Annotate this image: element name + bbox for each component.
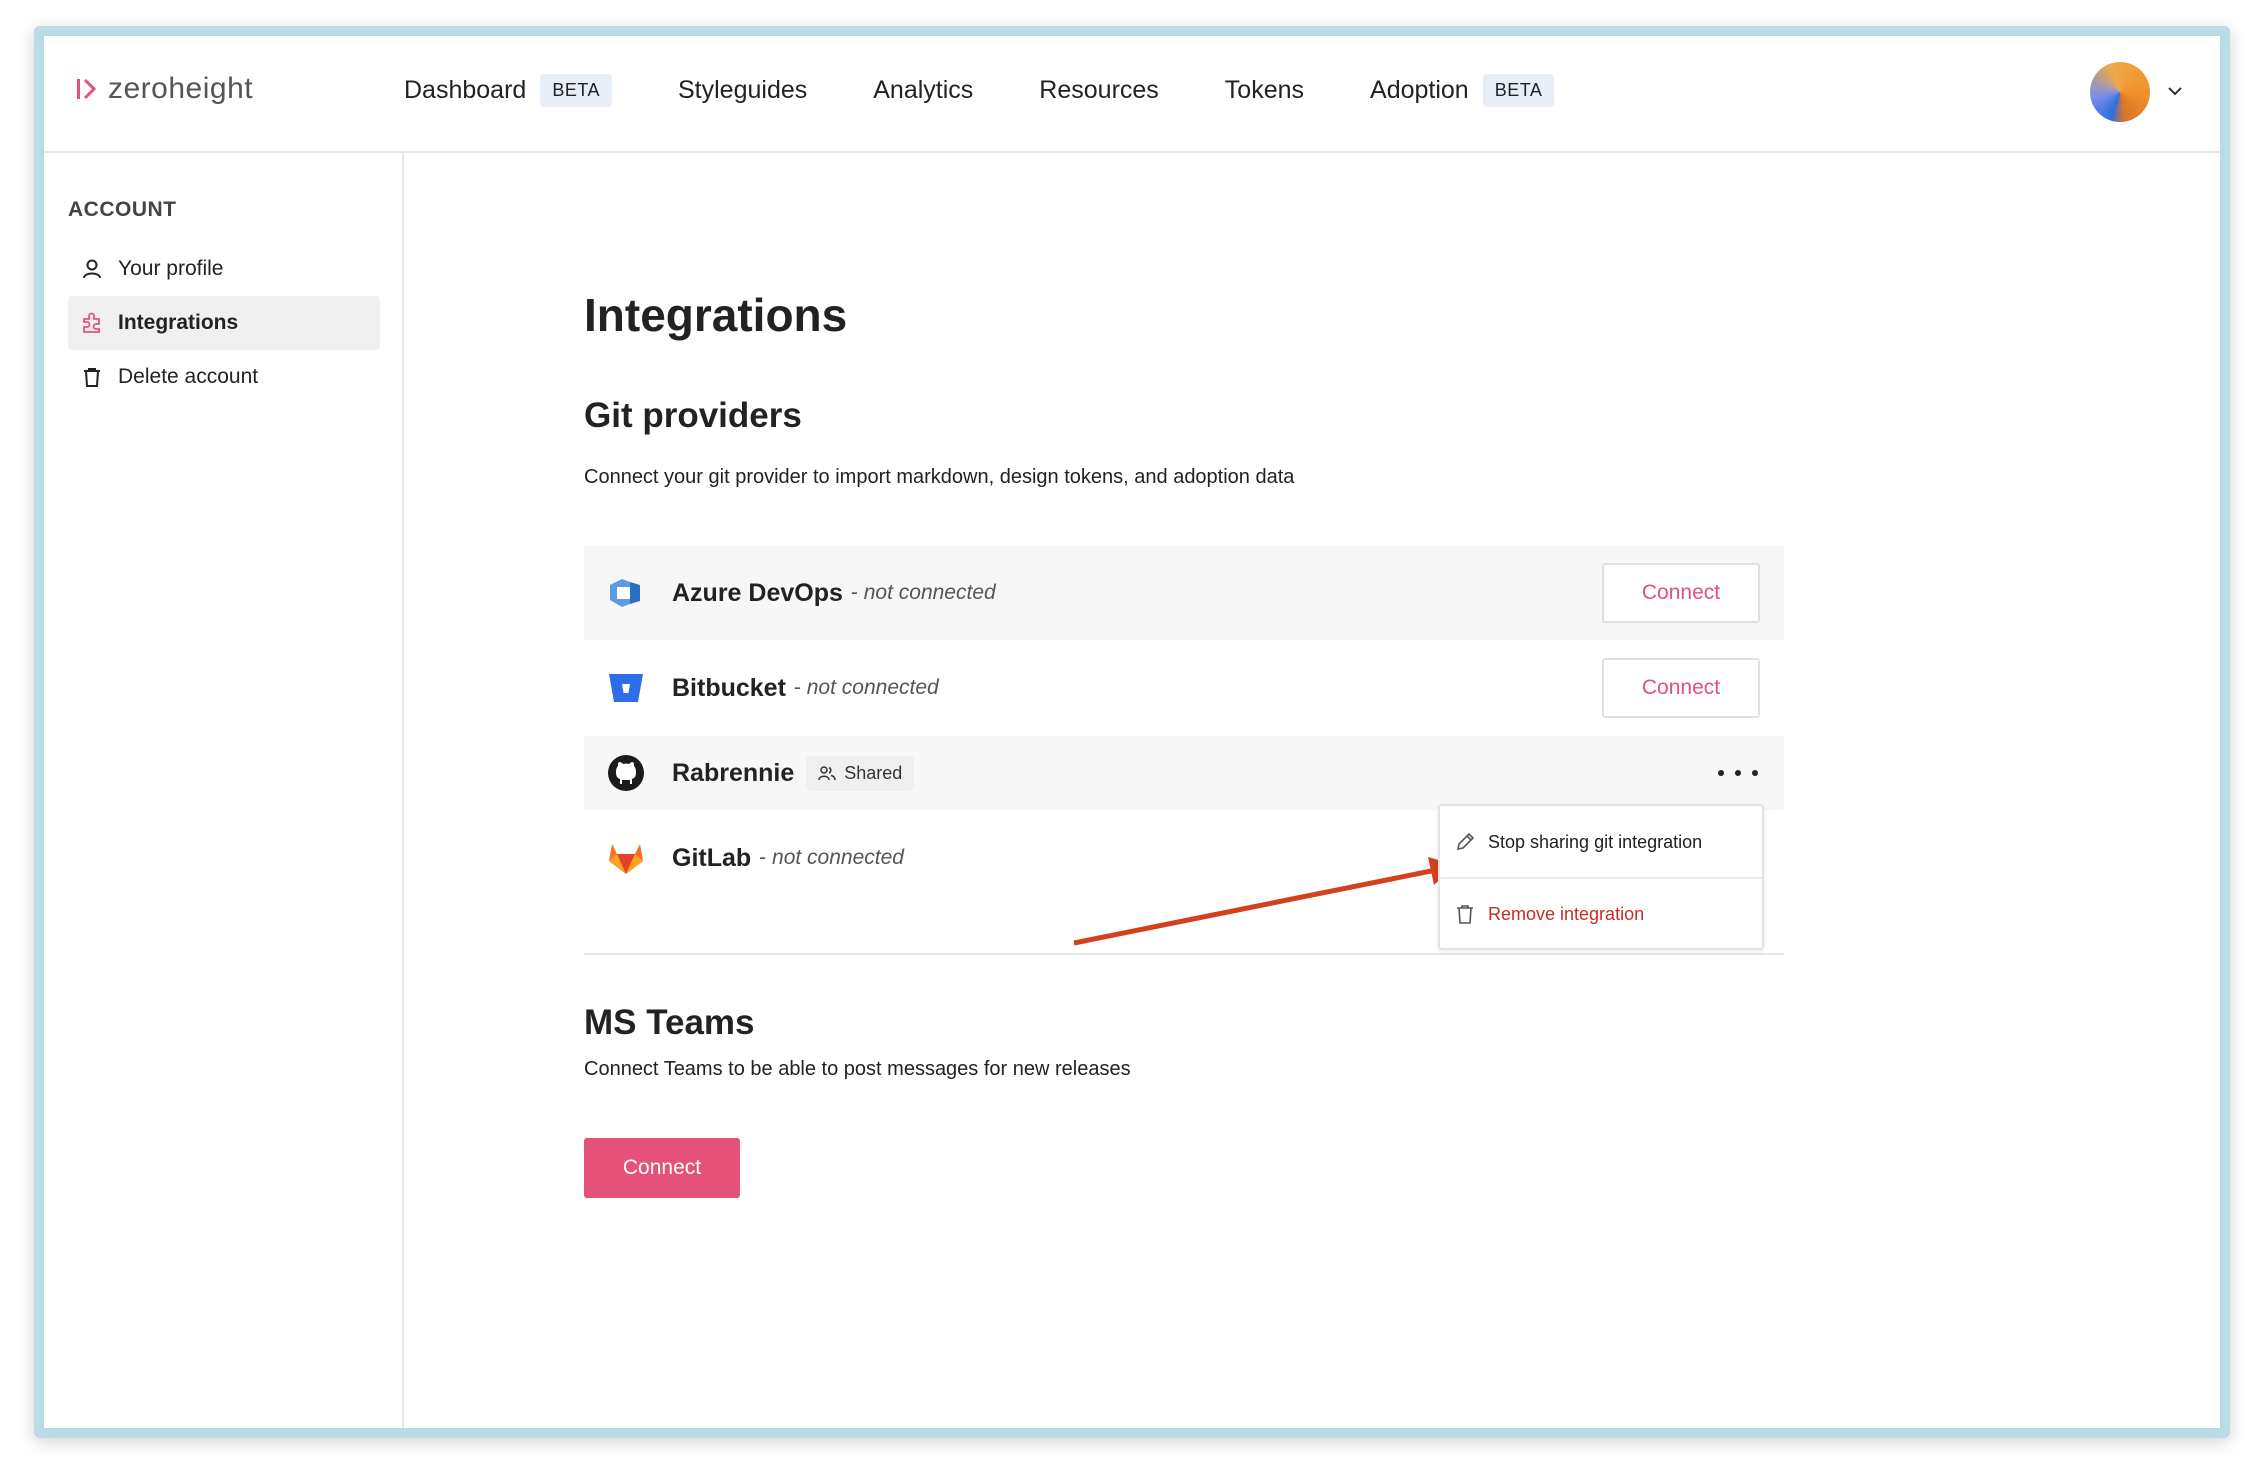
azure-devops-icon (606, 573, 646, 613)
provider-name: Bitbucket (672, 673, 786, 702)
sidebar-item-label: Delete account (118, 365, 259, 388)
sidebar-item-label: Integrations (118, 311, 239, 334)
app: zeroheight Dashboard BETA Styleguides An… (44, 36, 2220, 1428)
user-icon (80, 257, 104, 281)
azure-connect-button[interactable]: Connect (1602, 563, 1760, 623)
more-options-button[interactable] (1718, 758, 1758, 788)
github-icon (606, 753, 646, 793)
nav-adoption-label: Adoption (1370, 75, 1469, 104)
nav-resources[interactable]: Resources (1039, 70, 1159, 110)
git-providers-description: Connect your git provider to import mark… (584, 466, 1295, 488)
provider-status: - not connected (759, 846, 904, 870)
sidebar-item-integrations[interactable]: Integrations (68, 296, 380, 350)
provider-status: - not connected (851, 581, 996, 605)
menu-item-stop-sharing[interactable]: Stop sharing git integration (1440, 806, 1762, 878)
beta-badge: BETA (1482, 73, 1555, 107)
brand-name: zeroheight (108, 72, 254, 105)
nav-styleguides[interactable]: Styleguides (678, 70, 807, 110)
top-nav: zeroheight Dashboard BETA Styleguides An… (44, 36, 2220, 153)
provider-status-text: not connected (863, 581, 996, 604)
users-icon (818, 766, 837, 781)
provider-name: GitLab (672, 843, 752, 872)
more-dot (1735, 770, 1741, 776)
section-divider (584, 953, 1784, 955)
status-separator: - (850, 581, 858, 604)
annotation-arrow-icon (1073, 857, 1456, 946)
trash-icon (1457, 905, 1473, 924)
user-avatar[interactable] (2090, 62, 2150, 122)
shared-badge: Shared (806, 755, 915, 791)
shared-badge-label: Shared (844, 762, 903, 783)
more-dot (1752, 770, 1758, 776)
nav-tokens-label: Tokens (1224, 75, 1305, 104)
main-content: Integrations Git providers Connect your … (404, 153, 2220, 1428)
nav-tokens[interactable]: Tokens (1225, 70, 1304, 110)
nav-styleguides-label: Styleguides (678, 75, 808, 104)
sidebar: ACCOUNT Your profile Integrations Delete… (44, 153, 404, 1428)
sidebar-item-your-profile[interactable]: Your profile (68, 242, 380, 296)
ms-teams-connect-button[interactable]: Connect (584, 1138, 740, 1198)
provider-status: - not connected (794, 676, 939, 700)
zeroheight-logo-icon (77, 78, 97, 100)
provider-row-azure-devops: Azure DevOps - not connected Connect (584, 546, 1784, 640)
nav-dashboard-label: Dashboard (404, 75, 527, 104)
status-separator: - (759, 846, 767, 869)
integration-options-menu: Stop sharing git integration Remove inte… (1438, 804, 1764, 950)
ms-teams-title: MS Teams (584, 1003, 755, 1042)
bitbucket-icon (606, 668, 646, 708)
menu-item-remove-integration[interactable]: Remove integration (1440, 878, 1762, 950)
more-dot (1718, 770, 1724, 776)
nav-dashboard[interactable]: Dashboard BETA (404, 70, 612, 110)
logo[interactable]: zeroheight (76, 72, 253, 106)
status-separator: - (793, 676, 801, 699)
bitbucket-connect-button[interactable]: Connect (1602, 658, 1760, 718)
gitlab-icon (606, 838, 646, 878)
main-nav: Dashboard BETA Styleguides Analytics Res… (404, 70, 1620, 110)
ms-teams-description: Connect Teams to be able to post message… (584, 1058, 1131, 1080)
sidebar-heading: ACCOUNT (68, 198, 177, 221)
provider-name: Rabrennie (672, 758, 795, 787)
trash-icon (80, 365, 104, 389)
git-providers-title: Git providers (584, 396, 802, 435)
menu-item-label: Remove integration (1488, 903, 1645, 924)
sidebar-item-label: Your profile (118, 257, 224, 280)
provider-name: Azure DevOps (672, 578, 843, 607)
app-window: zeroheight Dashboard BETA Styleguides An… (34, 26, 2230, 1438)
nav-analytics-label: Analytics (873, 75, 974, 104)
sidebar-item-delete-account[interactable]: Delete account (68, 350, 380, 404)
menu-item-label: Stop sharing git integration (1488, 831, 1703, 852)
pencil-icon (1456, 832, 1475, 851)
beta-badge: BETA (540, 73, 612, 107)
nav-resources-label: Resources (1039, 75, 1159, 104)
nav-adoption[interactable]: Adoption BETA (1370, 70, 1555, 110)
provider-status-text: not connected (772, 846, 904, 869)
nav-analytics[interactable]: Analytics (873, 70, 973, 110)
provider-row-bitbucket: Bitbucket - not connected Connect (584, 640, 1784, 736)
puzzle-icon (80, 311, 104, 335)
provider-row-github: Rabrennie Shared (584, 736, 1784, 810)
provider-status-text: not connected (806, 676, 939, 699)
page-title: Integrations (584, 289, 848, 341)
chevron-down-icon[interactable] (2166, 82, 2184, 100)
